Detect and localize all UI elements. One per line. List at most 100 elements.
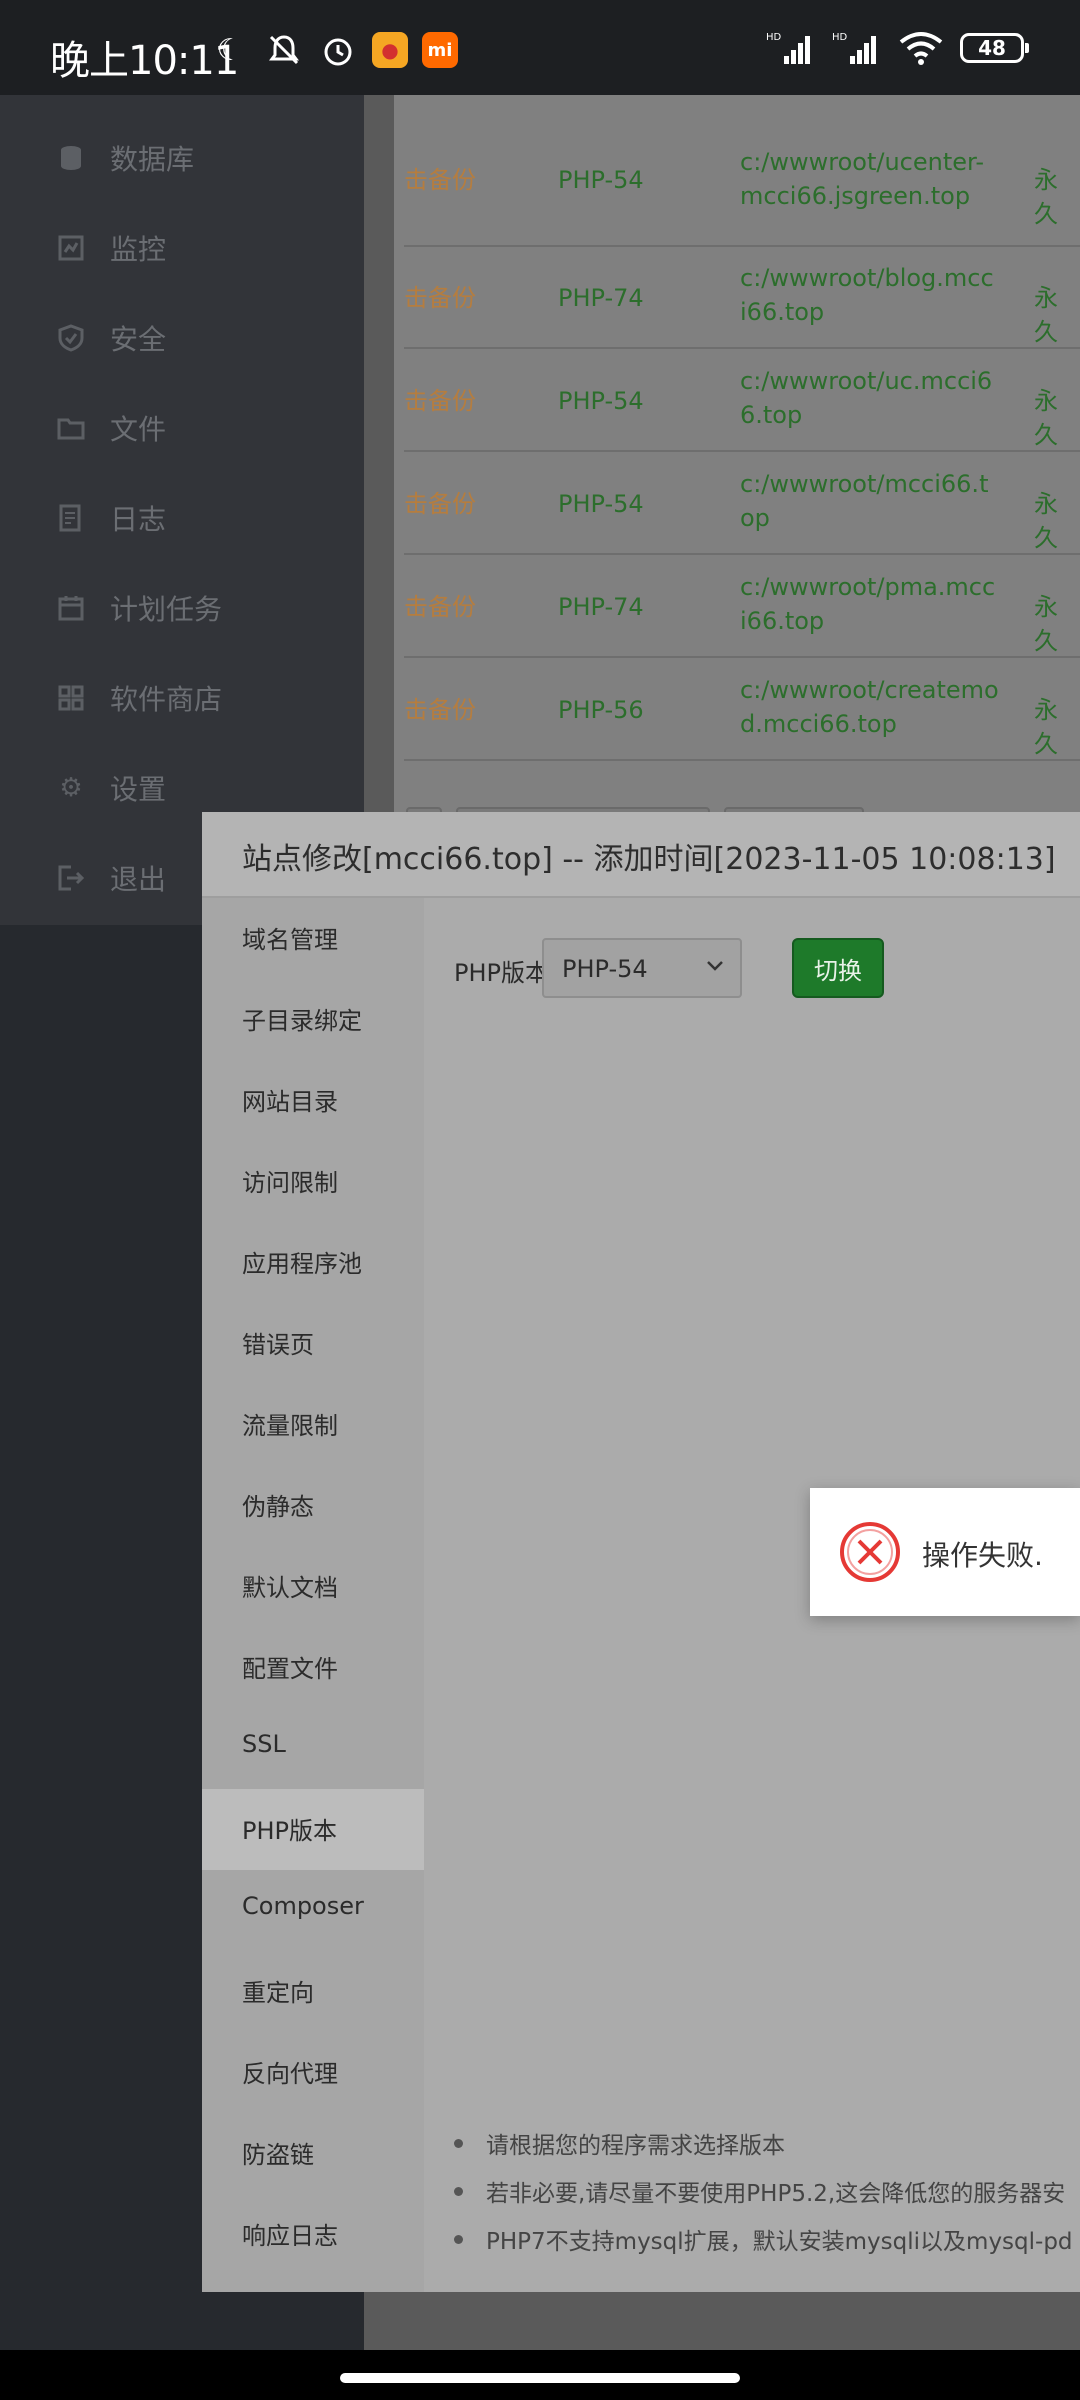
table-row: 击备份 PHP-56 c:/wwwroot/createmod.mcci66.t…	[404, 657, 1080, 761]
nav-item-composer[interactable]: Composer	[202, 1870, 424, 1951]
expiry-link[interactable]: 永久	[1034, 487, 1080, 555]
nav-item-traffic-limit[interactable]: 流量限制	[202, 1384, 424, 1465]
logout-icon	[56, 863, 86, 893]
nav-item-app-pool[interactable]: 应用程序池	[202, 1222, 424, 1303]
sidebar-item-label: 退出	[110, 863, 167, 896]
php-version-select[interactable]: PHP-54	[542, 938, 742, 998]
backup-link[interactable]: 击备份	[404, 384, 476, 418]
nav-item-label: 访问限制	[242, 1169, 338, 1197]
site-table: 击备份 PHP-54 c:/wwwroot/ucenter-mcci66.jsg…	[394, 95, 1080, 815]
php-version-link[interactable]: PHP-74	[558, 590, 644, 624]
sidebar-item-label: 日志	[110, 503, 167, 536]
nav-item-reverse-proxy[interactable]: 反向代理	[202, 2032, 424, 2113]
php-version-link[interactable]: PHP-54	[558, 487, 644, 521]
php-version-link[interactable]: PHP-56	[558, 693, 644, 727]
nav-item-response-log[interactable]: 响应日志	[202, 2194, 424, 2275]
nav-item-label: SSL	[242, 1730, 286, 1758]
nav-item-hotlink[interactable]: 防盗链	[202, 2113, 424, 2194]
database-icon	[56, 143, 86, 173]
nav-item-label: 网站目录	[242, 1088, 338, 1116]
switch-button[interactable]: 切换	[792, 938, 884, 998]
site-path-link[interactable]: c:/wwwroot/createmod.mcci66.top	[740, 673, 1000, 741]
nav-item-label: 域名管理	[242, 926, 338, 954]
expiry-link[interactable]: 永久	[1034, 281, 1080, 349]
signal-icon: HD	[766, 32, 810, 64]
php-version-link[interactable]: PHP-54	[558, 163, 644, 197]
backup-link[interactable]: 击备份	[404, 590, 476, 624]
status-icons-right: HD HD 48	[766, 30, 1029, 66]
site-path-link[interactable]: c:/wwwroot/uc.mcci66.top	[740, 364, 1000, 432]
nav-item-php-version[interactable]: PHP版本	[202, 1789, 424, 1870]
nav-item-label: Composer	[242, 1892, 364, 1920]
dialog-title-bar: 站点修改[mcci66.top] -- 添加时间[2023-11-05 10:0…	[202, 812, 1080, 898]
alarm-icon	[318, 30, 358, 70]
status-bar: 晚上10:11 ☾ ● mi HD HD 48	[0, 0, 1080, 95]
nav-item-label: 流量限制	[242, 1412, 338, 1440]
expiry-link[interactable]: 永久	[1034, 384, 1080, 452]
sidebar-item-label: 安全	[110, 323, 167, 356]
sidebar-item-label: 软件商店	[110, 683, 223, 716]
table-row: 击备份 PHP-74 c:/wwwroot/pma.mcci66.top 永久	[404, 554, 1080, 658]
site-path-link[interactable]: c:/wwwroot/ucenter-mcci66.jsgreen.top	[740, 145, 1000, 213]
nav-item-domain[interactable]: 域名管理	[202, 898, 424, 979]
expiry-link[interactable]: 永久	[1034, 693, 1080, 761]
log-icon	[56, 503, 86, 533]
sidebar-item-monitor[interactable]: 监控	[0, 203, 364, 293]
site-path-link[interactable]: c:/wwwroot/pma.mcci66.top	[740, 570, 1000, 638]
nav-item-error-page[interactable]: 错误页	[202, 1303, 424, 1384]
expiry-link[interactable]: 永久	[1034, 163, 1080, 231]
tips-list: 请根据您的程序需求选择版本 若非必要,请尽量不要使用PHP5.2,这会降低您的服…	[452, 2126, 1080, 2270]
sidebar-item-logs[interactable]: 日志	[0, 473, 364, 563]
site-path-link[interactable]: c:/wwwroot/mcci66.top	[740, 467, 1000, 535]
php-version-link[interactable]: PHP-74	[558, 281, 644, 315]
moon-icon: ☾	[216, 32, 244, 68]
tip-item: PHP7不支持mysql扩展，默认安装mysqli以及mysql-pd	[452, 2222, 1080, 2270]
signal-icon-2: HD	[832, 32, 876, 64]
sidebar-item-label: 计划任务	[110, 593, 223, 626]
sidebar-item-scheduled-tasks[interactable]: 计划任务	[0, 563, 364, 653]
nav-item-subdir[interactable]: 子目录绑定	[202, 979, 424, 1060]
php-version-label: PHP版本	[454, 959, 549, 987]
weibo-app-icon: ●	[372, 32, 408, 68]
nav-item-label: PHP版本	[242, 1817, 337, 1845]
table-row: 击备份 PHP-54 c:/wwwroot/mcci66.top 永久	[404, 451, 1080, 555]
home-indicator[interactable]	[340, 2373, 740, 2383]
nav-item-config-file[interactable]: 配置文件	[202, 1627, 424, 1708]
silent-bell-icon	[264, 30, 304, 70]
nav-item-ssl[interactable]: SSL	[202, 1708, 424, 1789]
sidebar-item-app-store[interactable]: 软件商店	[0, 653, 364, 743]
nav-item-label: 响应日志	[242, 2222, 338, 2250]
table-row: 击备份 PHP-74 c:/wwwroot/blog.mcci66.top 永久	[404, 245, 1080, 349]
tip-item: 若非必要,请尽量不要使用PHP5.2,这会降低您的服务器安	[452, 2174, 1080, 2222]
site-path-link[interactable]: c:/wwwroot/blog.mcci66.top	[740, 261, 1000, 329]
nav-item-label: 错误页	[242, 1331, 314, 1359]
nav-item-rewrite[interactable]: 伪静态	[202, 1465, 424, 1546]
nav-item-access-limit[interactable]: 访问限制	[202, 1141, 424, 1222]
nav-item-label: 应用程序池	[242, 1250, 362, 1278]
sidebar-item-label: 文件	[110, 413, 167, 446]
nav-item-default-doc[interactable]: 默认文档	[202, 1546, 424, 1627]
backup-link[interactable]: 击备份	[404, 163, 476, 197]
nav-item-site-dir[interactable]: 网站目录	[202, 1060, 424, 1141]
dialog-nav: 域名管理 子目录绑定 网站目录 访问限制 应用程序池 错误页 流量限制 伪静态 …	[202, 898, 424, 2292]
table-row: 击备份 PHP-54 c:/wwwroot/ucenter-mcci66.jsg…	[404, 115, 1080, 247]
battery-indicator: 48	[960, 33, 1029, 63]
table-row: 击备份 PHP-54 c:/wwwroot/uc.mcci66.top 永久	[404, 348, 1080, 452]
shield-icon	[56, 323, 86, 353]
expiry-link[interactable]: 永久	[1034, 590, 1080, 658]
sidebar-item-files[interactable]: 文件	[0, 383, 364, 473]
status-icons-left: ☾ ● mi	[210, 30, 458, 70]
backup-link[interactable]: 击备份	[404, 693, 476, 727]
php-version-link[interactable]: PHP-54	[558, 384, 644, 418]
nav-item-redirect[interactable]: 重定向	[202, 1951, 424, 2032]
backup-link[interactable]: 击备份	[404, 281, 476, 315]
sidebar-item-database[interactable]: 数据库	[0, 113, 364, 203]
nav-item-label: 反向代理	[242, 2060, 338, 2088]
error-toast: 操作失败.	[810, 1488, 1080, 1616]
monitor-icon	[56, 233, 86, 263]
backup-link[interactable]: 击备份	[404, 487, 476, 521]
sidebar-item-security[interactable]: 安全	[0, 293, 364, 383]
chevron-down-icon	[707, 961, 723, 971]
svg-text:HD: HD	[766, 32, 782, 43]
calendar-icon	[56, 593, 86, 623]
